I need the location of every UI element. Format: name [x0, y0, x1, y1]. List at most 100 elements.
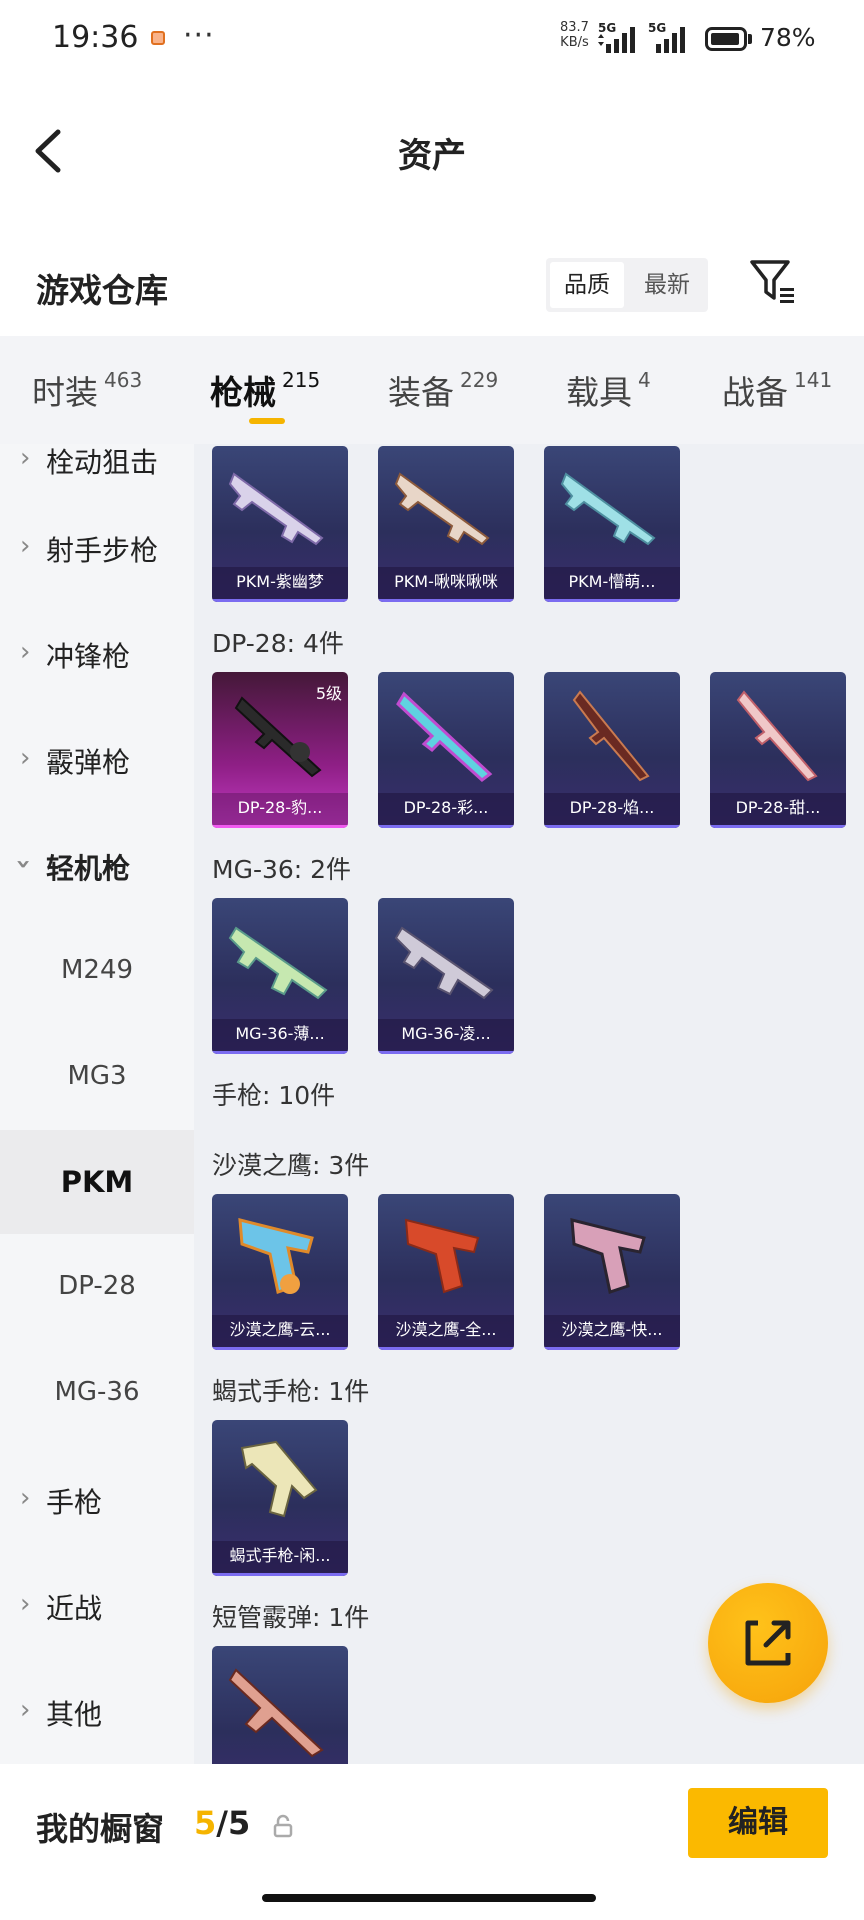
edit-button[interactable]: 编辑: [688, 1788, 828, 1858]
tab-count: 229: [460, 368, 499, 392]
sidebar-subitem-pkm[interactable]: PKM: [0, 1130, 194, 1234]
group-title-mg36: MG-36: 2件: [212, 855, 352, 884]
weapon-card-name: MG-36-凌...: [378, 1019, 514, 1054]
weapon-card[interactable]: PKM-啾咪啾咪: [378, 446, 514, 602]
signal-label: 5G: [598, 22, 616, 35]
sidebar-item-lmg[interactable]: › 轻机枪: [0, 814, 194, 918]
category-tabs: 时装 463 枪械 215 装备 229 载具 4 战备 141: [0, 336, 864, 444]
group-title-deagle: 沙漠之鹰: 3件: [212, 1151, 370, 1180]
tab-label: 载具: [566, 373, 632, 412]
home-indicator: [262, 1894, 596, 1902]
tab-vehicles[interactable]: 载具 4: [566, 366, 651, 414]
weapon-card[interactable]: MG-36-凌...: [378, 898, 514, 1054]
notification-icon: [151, 31, 165, 45]
weapon-card-name: 沙漠之鹰-全...: [378, 1315, 514, 1350]
weapon-card[interactable]: 蝎式手枪-闲...: [212, 1420, 348, 1576]
machine-gun-icon: [736, 690, 818, 782]
group-title-sawedoff: 短管霰弹: 1件: [212, 1603, 370, 1632]
status-bar: 19:36 ··· 83.7 KB/s 5G 5G 78%: [0, 0, 864, 80]
sidebar-item-pistol[interactable]: › 手枪: [0, 1448, 194, 1552]
sidebar-subitem-dp28[interactable]: DP-28: [0, 1234, 194, 1338]
weapon-card-name: DP-28-甜...: [710, 793, 846, 828]
filter-icon[interactable]: [748, 256, 796, 306]
sidebar-item-dmr[interactable]: › 射手步枪: [0, 496, 194, 600]
network-speed: 83.7 KB/s: [560, 20, 589, 50]
weapon-card-name: 沙漠之鹰-快...: [544, 1315, 680, 1350]
tab-count: 4: [638, 368, 651, 392]
sidebar-subitem-mg36[interactable]: MG-36: [0, 1340, 194, 1444]
sort-by-quality-button[interactable]: 品质: [550, 262, 624, 308]
weapon-card[interactable]: DP-28-彩...: [378, 672, 514, 828]
tab-label: 枪械: [210, 373, 276, 412]
sidebar-item-smg[interactable]: › 冲锋枪: [0, 602, 194, 706]
pistol-icon: [238, 1218, 314, 1294]
weapon-category-sidebar: › 栓动狙击 › 射手步枪 › 冲锋枪 › 霰弹枪 › 轻机枪 M249 MG3…: [0, 444, 194, 1764]
weapon-card[interactable]: 5级 DP-28-豹...: [212, 672, 348, 828]
status-time: 19:36: [52, 20, 139, 55]
group-title-pistol: 手枪: 10件: [212, 1081, 336, 1110]
sort-by-newest-button[interactable]: 最新: [632, 258, 702, 312]
showcase-bar: 我的橱窗 5/5 编辑: [0, 1764, 864, 1920]
tab-fashion[interactable]: 时装 463: [32, 366, 142, 414]
showcase-count-total: /5: [216, 1804, 251, 1842]
weapon-card[interactable]: DP-28-焰...: [544, 672, 680, 828]
weapon-card-name: 蝎式手枪-闲...: [212, 1541, 348, 1576]
sort-toggle: 品质 最新: [546, 258, 708, 312]
external-link-icon: [745, 1620, 791, 1666]
pistol-icon: [404, 1218, 480, 1294]
weapon-card-name: MG-36-薄...: [212, 1019, 348, 1054]
sidebar-item-other[interactable]: › 其他: [0, 1660, 194, 1764]
sidebar-subitem-m249[interactable]: M249: [0, 918, 194, 1022]
showcase-count: 5/5: [194, 1804, 250, 1842]
sidebar-item-melee[interactable]: › 近战: [0, 1554, 194, 1658]
weapon-card-name: DP-28-豹...: [212, 793, 348, 828]
weapon-card[interactable]: 沙漠之鹰-全...: [378, 1194, 514, 1350]
weapon-card[interactable]: 沙漠之鹰-云...: [212, 1194, 348, 1350]
sidebar-item-label: 其他: [46, 1698, 103, 1731]
signal-label-2: 5G: [648, 22, 666, 35]
page-title: 资产: [398, 136, 466, 176]
sidebar-item-label: 近战: [46, 1592, 103, 1625]
tab-label: 装备: [388, 373, 454, 412]
weapon-card-name: PKM-啾咪啾咪: [378, 567, 514, 602]
chevron-right-icon: ›: [20, 444, 31, 473]
weapon-card-name: PKM-懵萌...: [544, 567, 680, 602]
more-dots-icon: ···: [183, 18, 215, 53]
sidebar-subitem-mg3[interactable]: MG3: [0, 1024, 194, 1128]
sidebar-item-shotgun[interactable]: › 霰弹枪: [0, 708, 194, 812]
group-title-dp28: DP-28: 4件: [212, 629, 344, 658]
weapon-card-name: PKM-紫幽梦: [212, 567, 348, 602]
chevron-right-icon: ›: [20, 637, 31, 667]
machine-gun-icon: [394, 472, 490, 546]
signal-icon-2: 5G: [648, 22, 685, 53]
tab-gear[interactable]: 战备 141: [722, 366, 832, 414]
weapon-card[interactable]: MG-36-薄...: [212, 898, 348, 1054]
machine-gun-icon: [560, 472, 656, 546]
section-title: 游戏仓库: [36, 271, 168, 310]
sidebar-item-label: 射手步枪: [46, 534, 159, 567]
weapon-card[interactable]: PKM-紫幽梦: [212, 446, 348, 602]
tab-label: 战备: [722, 373, 788, 412]
chevron-right-icon: ›: [20, 531, 31, 561]
weapon-card[interactable]: PKM-懵萌...: [544, 446, 680, 602]
weapon-card[interactable]: [212, 1646, 348, 1764]
tab-equipment[interactable]: 装备 229: [388, 366, 498, 414]
tab-count: 215: [282, 368, 321, 392]
sidebar-item-label: 轻机枪: [46, 852, 131, 885]
chevron-right-icon: ›: [20, 1483, 31, 1513]
weapon-card[interactable]: DP-28-甜...: [710, 672, 846, 828]
tab-weapons[interactable]: 枪械 215: [210, 366, 320, 414]
battery-percent: 78%: [760, 23, 816, 52]
weapon-card[interactable]: 沙漠之鹰-快...: [544, 1194, 680, 1350]
tab-label: 时装: [32, 373, 98, 412]
showcase-label: 我的橱窗: [36, 1810, 165, 1848]
share-button[interactable]: [708, 1583, 828, 1703]
battery-icon: [705, 27, 747, 51]
network-speed-value: 83.7: [560, 20, 589, 35]
sidebar-item-label: 栓动狙击: [46, 446, 159, 479]
chevron-right-icon: ›: [20, 1695, 31, 1725]
rifle-icon: [228, 926, 328, 1000]
sidebar-item-label: 冲锋枪: [46, 640, 131, 673]
signal-icon: 5G: [598, 22, 635, 53]
chevron-down-icon: ›: [8, 858, 39, 870]
